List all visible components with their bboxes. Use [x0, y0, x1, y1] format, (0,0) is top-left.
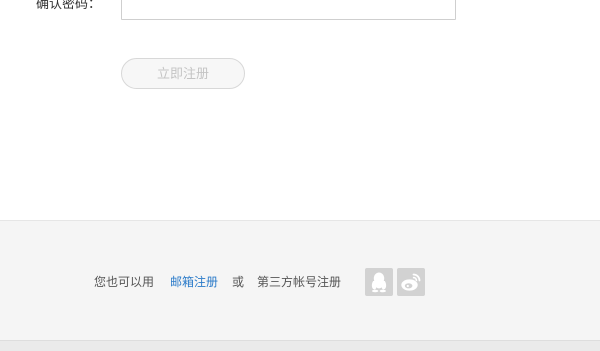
qq-icon[interactable] — [365, 268, 393, 296]
register-now-button[interactable]: 立即注册 — [121, 58, 245, 89]
confirm-password-label: 确认密码： — [36, 0, 102, 12]
or-text: 或 — [232, 275, 245, 289]
qq-penguin-glyph — [371, 272, 387, 293]
alternative-register-footer: 您也可以用 邮箱注册 或 第三方帐号注册 — [0, 220, 600, 340]
alternative-prefix-text: 您也可以用 — [94, 275, 155, 289]
registration-form: 确认密码： 立即注册 — [0, 0, 600, 220]
confirm-password-input[interactable] — [121, 0, 456, 20]
weibo-glyph — [401, 273, 421, 291]
third-party-register-text: 第三方帐号注册 — [257, 275, 342, 289]
alternative-register-row: 您也可以用 邮箱注册 或 第三方帐号注册 — [0, 267, 600, 297]
page-bottom-bar — [0, 340, 600, 351]
weibo-icon[interactable] — [397, 268, 425, 296]
email-register-link[interactable]: 邮箱注册 — [170, 267, 218, 297]
